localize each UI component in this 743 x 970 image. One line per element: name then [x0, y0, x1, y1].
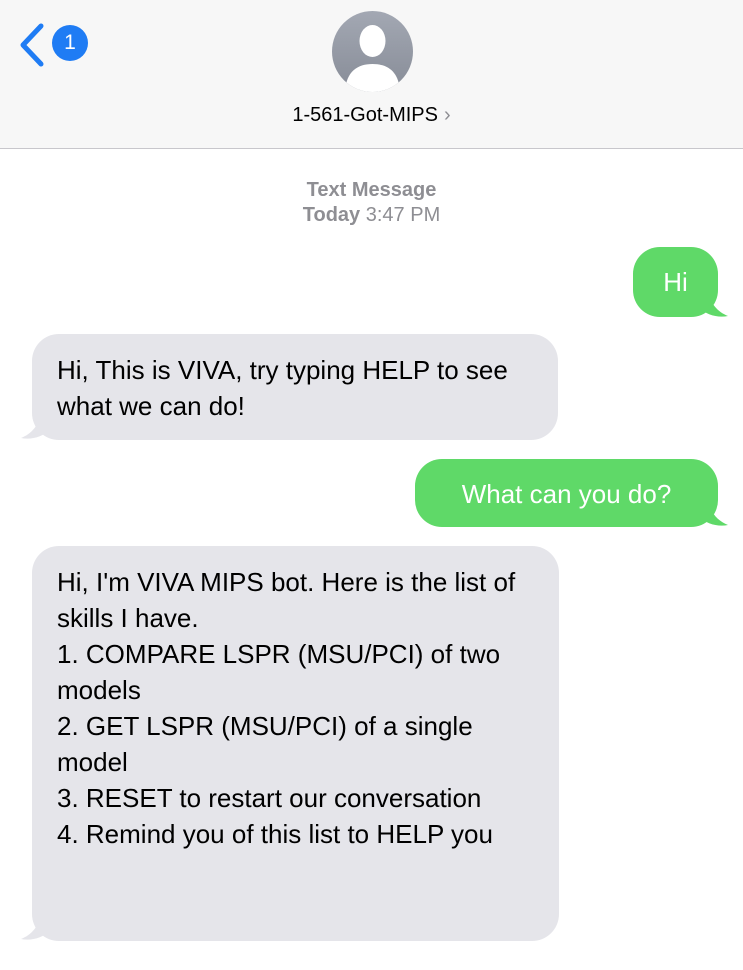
- back-button[interactable]: 1: [18, 22, 98, 68]
- person-silhouette-icon: [345, 25, 400, 92]
- message-bubble-received[interactable]: Hi, I'm VIVA MIPS bot. Here is the list …: [32, 546, 559, 941]
- message-text: What can you do?: [461, 479, 672, 509]
- conversation-meta: Text Message Today 3:47 PM: [0, 178, 743, 228]
- message-line: 3. RESET to restart our conversation: [57, 783, 482, 813]
- chevron-right-icon: ›: [443, 104, 451, 126]
- nav-header: 1 1-561-Got-MIPS ›: [0, 0, 743, 149]
- message-bubble-sent[interactable]: Hi: [633, 247, 718, 317]
- timestamp-day: Today: [302, 204, 361, 226]
- contact-avatar[interactable]: [332, 11, 413, 92]
- chevron-left-icon: [20, 23, 44, 67]
- unread-count-badge: 1: [52, 25, 88, 61]
- message-line: Hi, I'm VIVA MIPS bot. Here is the list …: [57, 567, 516, 633]
- message-text: Hi: [663, 267, 688, 297]
- message-line: 1. COMPARE LSPR (MSU/PCI) of two models: [57, 639, 501, 705]
- service-label: Text Message: [306, 179, 437, 201]
- contact-name-button[interactable]: 1-561-Got-MIPS ›: [0, 104, 743, 127]
- message-line: 2. GET LSPR (MSU/PCI) of a single model: [57, 711, 473, 777]
- message-bubble-received[interactable]: Hi, This is VIVA, try typing HELP to see…: [32, 334, 558, 440]
- timestamp-time: 3:47 PM: [365, 204, 441, 226]
- timestamp: Today 3:47 PM: [0, 203, 743, 228]
- message-line: 4. Remind you of this list to HELP you: [57, 819, 493, 849]
- message-text: Hi, This is VIVA, try typing HELP to see…: [57, 355, 508, 421]
- contact-name: 1-561-Got-MIPS: [292, 104, 438, 126]
- message-bubble-sent[interactable]: What can you do?: [415, 459, 718, 527]
